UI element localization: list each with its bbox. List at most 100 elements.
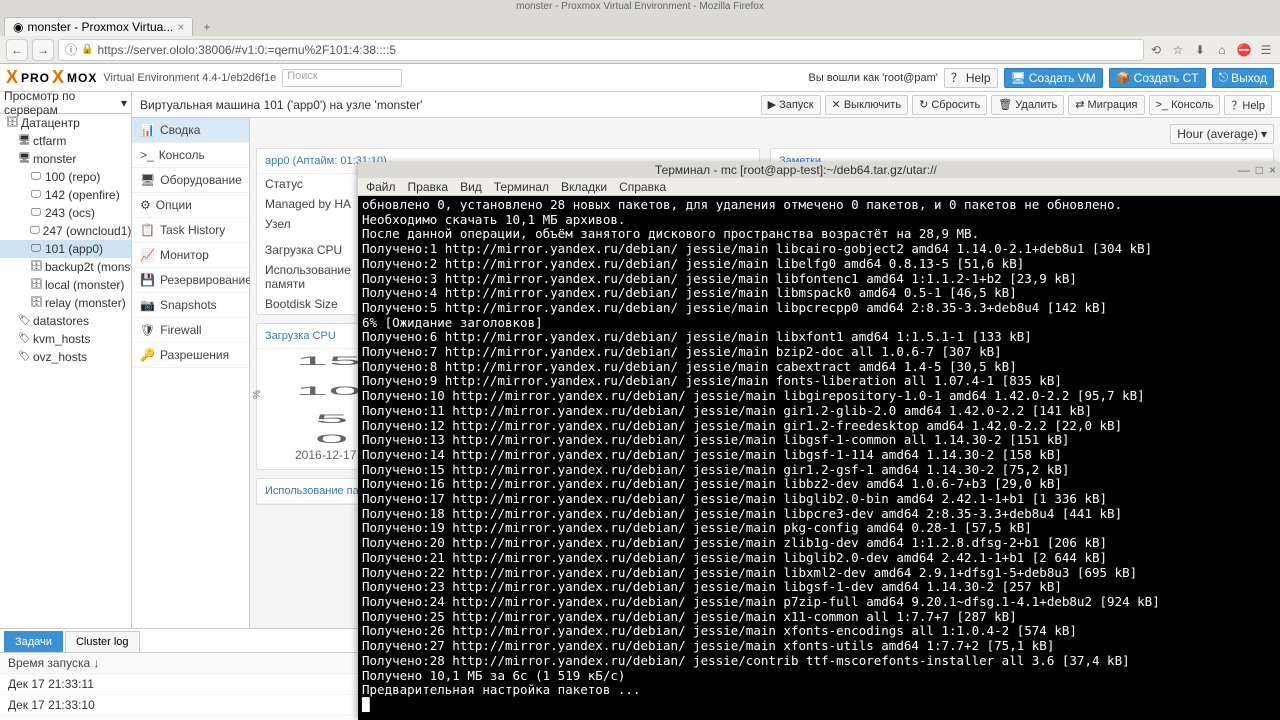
term-menu-item[interactable]: Правка: [408, 180, 449, 194]
term-menu-item[interactable]: Терминал: [494, 180, 549, 194]
svg-text:10: 10: [295, 384, 362, 397]
firefox-tab[interactable]: ◉ monster - Proxmox Virtua... ×: [4, 17, 193, 36]
term-menu-item[interactable]: Файл: [366, 180, 396, 194]
tab-title: monster - Proxmox Virtua...: [27, 20, 173, 34]
home-icon[interactable]: ⌂: [1214, 43, 1230, 57]
node-icon: 🗄: [6, 117, 18, 129]
node-icon: 🖵: [30, 225, 40, 237]
maximize-icon[interactable]: □: [1256, 163, 1263, 177]
tree-item[interactable]: 🖥ctfarm: [0, 132, 131, 150]
term-menu-item[interactable]: Вкладки: [561, 180, 607, 194]
search-input[interactable]: Поиск: [282, 69, 402, 87]
sidetab[interactable]: 🖥Оборудование: [132, 168, 249, 193]
term-menu-item[interactable]: Справка: [619, 180, 666, 194]
sidetab-icon: ⚙: [140, 198, 151, 212]
help-button[interactable]: ？Help: [944, 68, 998, 88]
sidetab[interactable]: 📷Snapshots: [132, 293, 249, 318]
col-header[interactable]: Время запуска ↓: [0, 653, 368, 674]
sidetab-icon: 📷: [140, 298, 155, 312]
tree-item[interactable]: 🏷datastores: [0, 312, 131, 330]
sidetab-icon: 💾: [140, 273, 155, 287]
chevron-down-icon: ▾: [121, 96, 127, 110]
tree-item[interactable]: 🗄local (monster): [0, 276, 131, 294]
minimize-icon[interactable]: —: [1238, 163, 1250, 177]
sidetab[interactable]: 🔑Разрешения: [132, 343, 249, 368]
firefox-tabs: ◉ monster - Proxmox Virtua... × +: [0, 14, 1280, 36]
sidetab-icon: 🛡: [140, 323, 155, 337]
close-icon[interactable]: ×: [177, 20, 184, 34]
node-icon: 🖵: [30, 243, 42, 255]
tab-cluster-log[interactable]: Cluster log: [65, 631, 140, 652]
term-menu-item[interactable]: Вид: [460, 180, 482, 194]
reload-icon[interactable]: ⟲: [1148, 43, 1164, 57]
sidetab[interactable]: 🛡Firewall: [132, 318, 249, 343]
download-icon[interactable]: ⬇: [1192, 43, 1208, 57]
sidetab-icon: 🖥: [140, 173, 155, 187]
terminal-titlebar[interactable]: Терминал - mc [root@app-test]:~/deb64.ta…: [358, 162, 1280, 178]
create-vm-button[interactable]: 🖥Создать VM: [1004, 68, 1103, 88]
vm-icon: 🖥: [1011, 71, 1026, 85]
url-bar[interactable]: ⓘ 🔒 https://server.ololo:38006/#v1:0:=qe…: [58, 39, 1144, 61]
node-icon: 🖵: [30, 207, 42, 219]
tree-item[interactable]: 🏷kvm_hosts: [0, 330, 131, 348]
abp-icon[interactable]: ⛔: [1236, 43, 1252, 57]
tree-item[interactable]: 🗄backup2t (monster): [0, 258, 131, 276]
tree-item[interactable]: 🗄Датацентр: [0, 114, 131, 132]
tree-item[interactable]: 🖵243 (ocs): [0, 204, 131, 222]
create-ct-button[interactable]: 📦Создать CT: [1109, 68, 1206, 88]
info-icon: ⓘ: [65, 41, 77, 58]
tree-item[interactable]: 🖵247 (owncloud1): [0, 222, 131, 240]
new-tab-button[interactable]: +: [195, 18, 218, 36]
svg-text:0: 0: [315, 432, 348, 445]
sidetab[interactable]: ⚙Опции: [132, 193, 249, 218]
sidetab[interactable]: 📈Монитор: [132, 243, 249, 268]
sidetab-icon: >_: [140, 148, 154, 162]
tree-item[interactable]: 🖵142 (openfire): [0, 186, 131, 204]
menu-icon[interactable]: ☰: [1258, 43, 1274, 57]
node-icon: 🖥: [18, 153, 30, 165]
terminal-output[interactable]: обновлено 0, установлено 28 новых пакето…: [358, 196, 1280, 720]
node-icon: 🖵: [30, 171, 42, 183]
action-button[interactable]: 🗑 Удалить: [991, 95, 1064, 115]
close-icon[interactable]: ×: [1269, 163, 1276, 177]
ct-icon: 📦: [1116, 71, 1131, 85]
sidetab-icon: 📋: [140, 223, 155, 237]
proxmox-favicon-icon: ◉: [13, 20, 23, 34]
tree-item[interactable]: 🖵100 (repo): [0, 168, 131, 186]
action-button[interactable]: >_ Консоль: [1149, 95, 1221, 115]
node-icon: 🖥: [18, 135, 30, 147]
node-icon: 🖵: [30, 189, 42, 201]
node-icon: 🗄: [30, 297, 42, 309]
star-icon[interactable]: ☆: [1170, 43, 1186, 57]
action-button[interactable]: ？Help: [1224, 95, 1272, 115]
node-icon: 🗄: [30, 261, 42, 273]
action-button[interactable]: ⇄ Миграция: [1068, 95, 1144, 115]
action-button[interactable]: ✕ Выключить: [825, 95, 909, 115]
tree-view-selector[interactable]: Просмотр по серверам▾: [0, 92, 131, 114]
sidetab[interactable]: 💾Резервирование: [132, 268, 249, 293]
node-icon: 🏷: [18, 351, 30, 363]
time-range-select[interactable]: Hour (average) ▾: [1170, 124, 1274, 144]
logout-button[interactable]: ⎋Выход: [1212, 68, 1274, 88]
terminal-title: Терминал - mc [root@app-test]:~/deb64.ta…: [358, 163, 1234, 177]
action-button[interactable]: ↻ Сбросить: [912, 95, 987, 115]
tab-tasks[interactable]: Задачи: [4, 631, 63, 652]
sidetab[interactable]: 📋Task History: [132, 218, 249, 243]
proxmox-header: X PROXMOX Virtual Environment 4.4-1/eb2d…: [0, 64, 1280, 92]
sidetab[interactable]: 📊Сводка: [132, 118, 249, 143]
resource-tree: Просмотр по серверам▾ 🗄Датацентр🖥ctfarm🖥…: [0, 92, 132, 628]
sidetab[interactable]: >_Консоль: [132, 143, 249, 168]
tree-item[interactable]: 🗄relay (monster): [0, 294, 131, 312]
tree-item[interactable]: 🏷ovz_hosts: [0, 348, 131, 366]
svg-text:15: 15: [295, 355, 362, 368]
back-button[interactable]: ←: [6, 39, 28, 61]
terminal-menu: Файл Правка Вид Терминал Вкладки Справка: [358, 178, 1280, 196]
tree-item[interactable]: 🖵101 (app0): [0, 240, 131, 258]
lock-icon: 🔒: [81, 44, 93, 55]
action-button[interactable]: ▶ Запуск: [761, 95, 821, 115]
node-icon: 🗄: [30, 279, 42, 291]
proxmox-logo: X PROXMOX: [6, 67, 97, 88]
firefox-toolbar: ← → ⓘ 🔒 https://server.ololo:38006/#v1:0…: [0, 36, 1280, 64]
tree-item[interactable]: 🖥monster: [0, 150, 131, 168]
os-titlebar: monster - Proxmox Virtual Environment - …: [0, 0, 1280, 14]
